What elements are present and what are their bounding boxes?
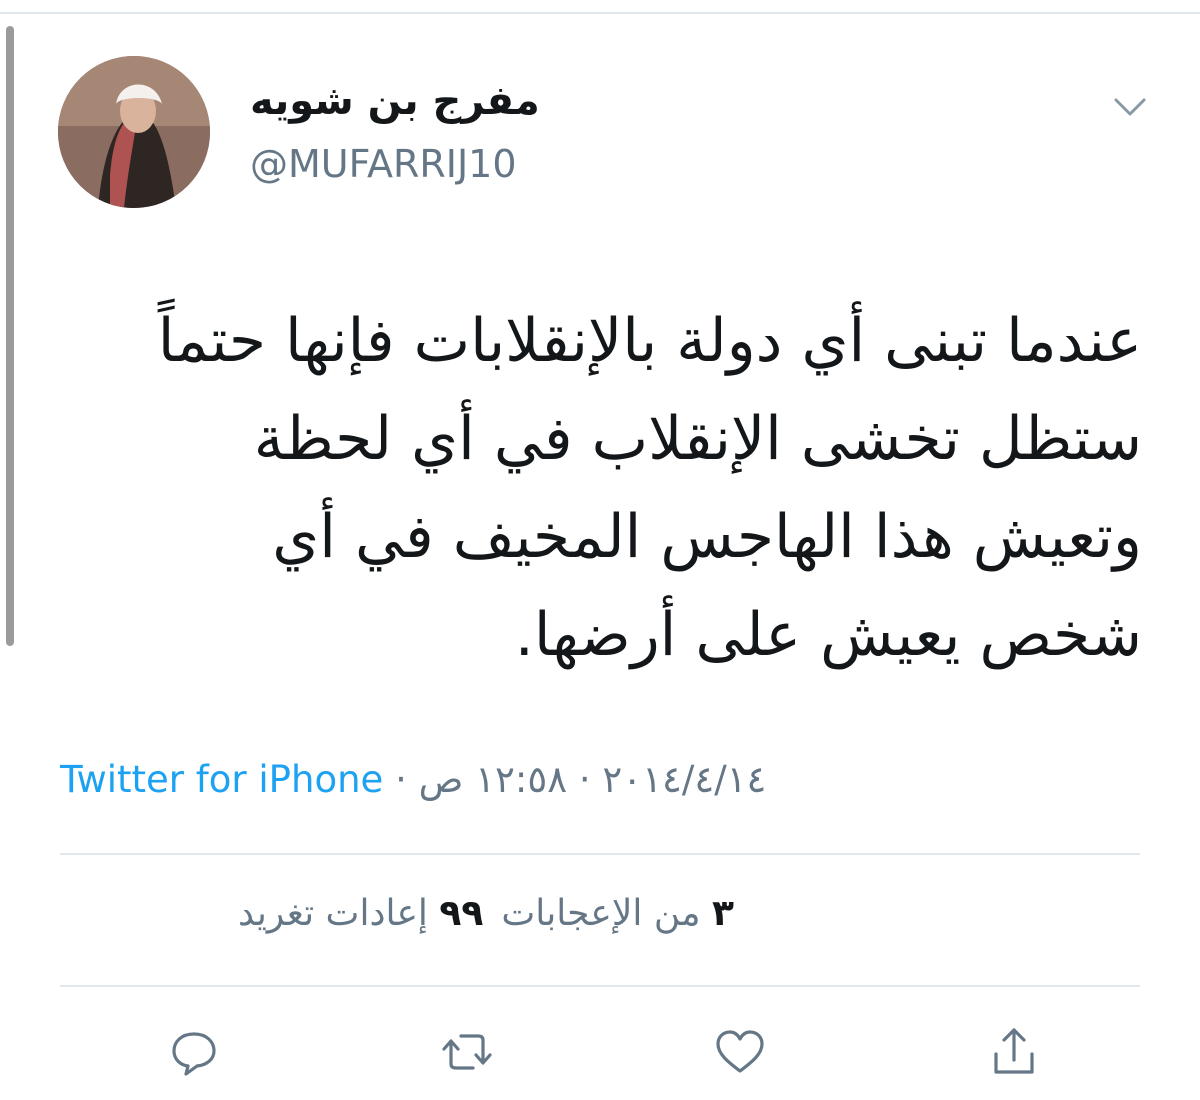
retweet-icon[interactable] bbox=[437, 1022, 497, 1082]
tweet-line: وتعيش هذا الهاجس المخيف في أي bbox=[272, 502, 1142, 572]
avatar-image bbox=[58, 56, 210, 208]
tweet-line: شخص يعيش على أرضها. bbox=[514, 600, 1142, 670]
tweet-time: ١٢:٥٨ ص bbox=[418, 758, 568, 801]
reply-icon[interactable] bbox=[164, 1022, 224, 1082]
retweet-stat[interactable]: ٩٩ إعادات تغريد bbox=[238, 893, 483, 934]
like-stat[interactable]: ٣ من الإعجابات bbox=[501, 893, 734, 934]
like-count: ٣ bbox=[712, 893, 734, 934]
avatar[interactable] bbox=[58, 56, 210, 208]
tweet-stats: ٣ من الإعجابات ٩٩ إعادات تغريد bbox=[238, 893, 734, 934]
tweet-meta: Twitter for iPhone · ٢٠١٤/٤/١٤ · ١٢:٥٨ ص bbox=[60, 758, 766, 801]
scrollbar[interactable] bbox=[6, 26, 14, 646]
divider bbox=[60, 853, 1140, 855]
tweet-line: ستظل تخشى الإنقلاب في أي لحظة bbox=[253, 404, 1142, 474]
source-link[interactable]: Twitter for iPhone bbox=[60, 758, 383, 801]
username[interactable]: @MUFARRIJ10 bbox=[250, 142, 517, 186]
meta-separator: · bbox=[395, 758, 407, 801]
like-label: من الإعجابات bbox=[501, 893, 701, 934]
meta-separator: · bbox=[578, 758, 591, 801]
action-bar bbox=[164, 1022, 1044, 1082]
retweet-label: إعادات تغريد bbox=[237, 893, 428, 934]
heart-icon[interactable] bbox=[710, 1022, 770, 1082]
top-divider bbox=[0, 0, 1200, 14]
tweet-date: ٢٠١٤/٤/١٤ bbox=[602, 758, 767, 801]
share-icon[interactable] bbox=[984, 1022, 1044, 1082]
chevron-down-icon[interactable] bbox=[1110, 92, 1150, 122]
retweet-count: ٩٩ bbox=[439, 893, 484, 934]
divider bbox=[60, 985, 1140, 987]
tweet-text: عندما تبنى أي دولة بالإنقلابات فإنها حتم… bbox=[40, 292, 1142, 684]
tweet-line: عندما تبنى أي دولة بالإنقلابات فإنها حتم… bbox=[157, 306, 1142, 376]
display-name[interactable]: مفرج بن شويه bbox=[250, 78, 540, 124]
